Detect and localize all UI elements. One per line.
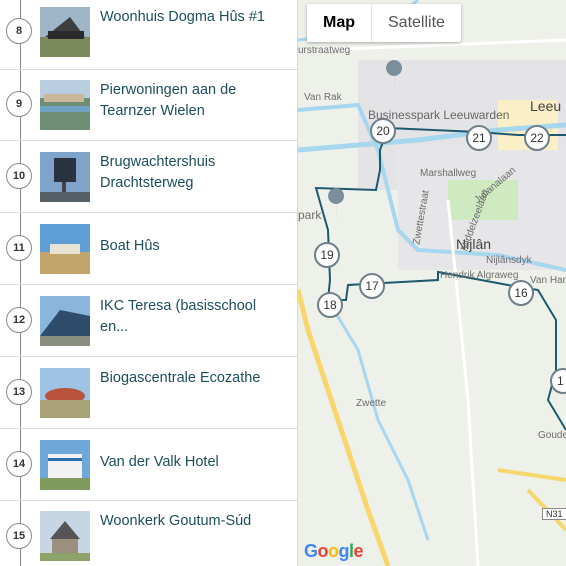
city-label: Leeu bbox=[530, 98, 562, 114]
list-item[interactable]: 9 Pierwoningen aan de Tearnzer Wielen bbox=[0, 69, 297, 141]
route-marker[interactable]: 19 bbox=[314, 242, 340, 268]
item-thumbnail bbox=[40, 296, 90, 346]
road-label: Nijlânsdyk bbox=[486, 255, 532, 266]
route-map[interactable]: Businesspark Leeuwarden Leeu park Nijlân… bbox=[298, 0, 566, 566]
item-number-badge: 13 bbox=[6, 379, 32, 405]
list-item[interactable]: 11 Boat Hûs bbox=[0, 213, 297, 285]
item-title: IKC Teresa (basisschool en... bbox=[100, 298, 257, 335]
item-title: Van der Valk Hotel bbox=[100, 454, 219, 470]
item-thumbnail bbox=[40, 152, 90, 202]
route-marker[interactable]: 17 bbox=[359, 273, 385, 299]
item-number-badge: 15 bbox=[6, 523, 32, 549]
satellite-button[interactable]: Satellite bbox=[372, 4, 461, 42]
google-logo: Google bbox=[304, 541, 364, 561]
project-list: 8 Woonhuis Dogma Hûs #1 9 Pierwoningen a… bbox=[0, 0, 298, 566]
list-item[interactable]: 10 Brugwachtershuis Drachtsterweg bbox=[0, 141, 297, 213]
road-label: Goude Ø bbox=[538, 430, 566, 441]
water-label: Zwette bbox=[356, 398, 387, 409]
list-item[interactable]: 8 Woonhuis Dogma Hûs #1 bbox=[0, 0, 297, 70]
item-title: Biogascentrale Ecozathe bbox=[100, 370, 261, 386]
item-title: Pierwoningen aan de Tearnzer Wielen bbox=[100, 82, 237, 119]
item-thumbnail bbox=[40, 80, 90, 130]
list-item[interactable]: 15 Woonkerk Goutum-Súd bbox=[0, 501, 297, 566]
item-number-badge: 10 bbox=[6, 163, 32, 189]
road-label: Van Harin bbox=[530, 275, 566, 286]
route-marker[interactable]: 21 bbox=[466, 125, 492, 151]
n31-shield: N31 bbox=[542, 508, 566, 520]
map-button[interactable]: Map bbox=[307, 4, 372, 42]
list-item[interactable]: 14 Van der Valk Hotel bbox=[0, 429, 297, 501]
item-thumbnail bbox=[40, 224, 90, 274]
road-label: Van Rak bbox=[304, 92, 342, 103]
item-number-badge: 9 bbox=[6, 91, 32, 117]
item-number-badge: 11 bbox=[6, 235, 32, 261]
item-thumbnail bbox=[40, 440, 90, 490]
list-item[interactable]: 13 Biogascentrale Ecozathe bbox=[0, 357, 297, 429]
item-number-badge: 8 bbox=[6, 18, 32, 44]
road-label: Marshallweg bbox=[420, 168, 477, 179]
item-thumbnail bbox=[40, 368, 90, 418]
road-label: Hendrik Algraweg bbox=[440, 270, 519, 281]
route-marker[interactable]: 18 bbox=[317, 292, 343, 318]
route-marker[interactable]: 20 bbox=[370, 118, 396, 144]
item-thumbnail bbox=[40, 511, 90, 561]
map-type-control: Map Satellite bbox=[307, 4, 461, 42]
route-marker[interactable]: 16 bbox=[508, 280, 534, 306]
item-title: Woonkerk Goutum-Súd bbox=[100, 513, 252, 529]
list-item[interactable]: 12 IKC Teresa (basisschool en... bbox=[0, 285, 297, 357]
item-title: Woonhuis Dogma Hûs #1 bbox=[100, 9, 265, 25]
item-number-badge: 12 bbox=[6, 307, 32, 333]
item-number-badge: 14 bbox=[6, 451, 32, 477]
park-label: park bbox=[298, 208, 322, 222]
route-marker[interactable]: 22 bbox=[524, 125, 550, 151]
item-thumbnail bbox=[40, 7, 90, 57]
item-title: Boat Hûs bbox=[100, 238, 160, 254]
road-label: urstraatweg bbox=[298, 45, 351, 56]
item-title: Brugwachtershuis Drachtsterweg bbox=[100, 154, 216, 191]
